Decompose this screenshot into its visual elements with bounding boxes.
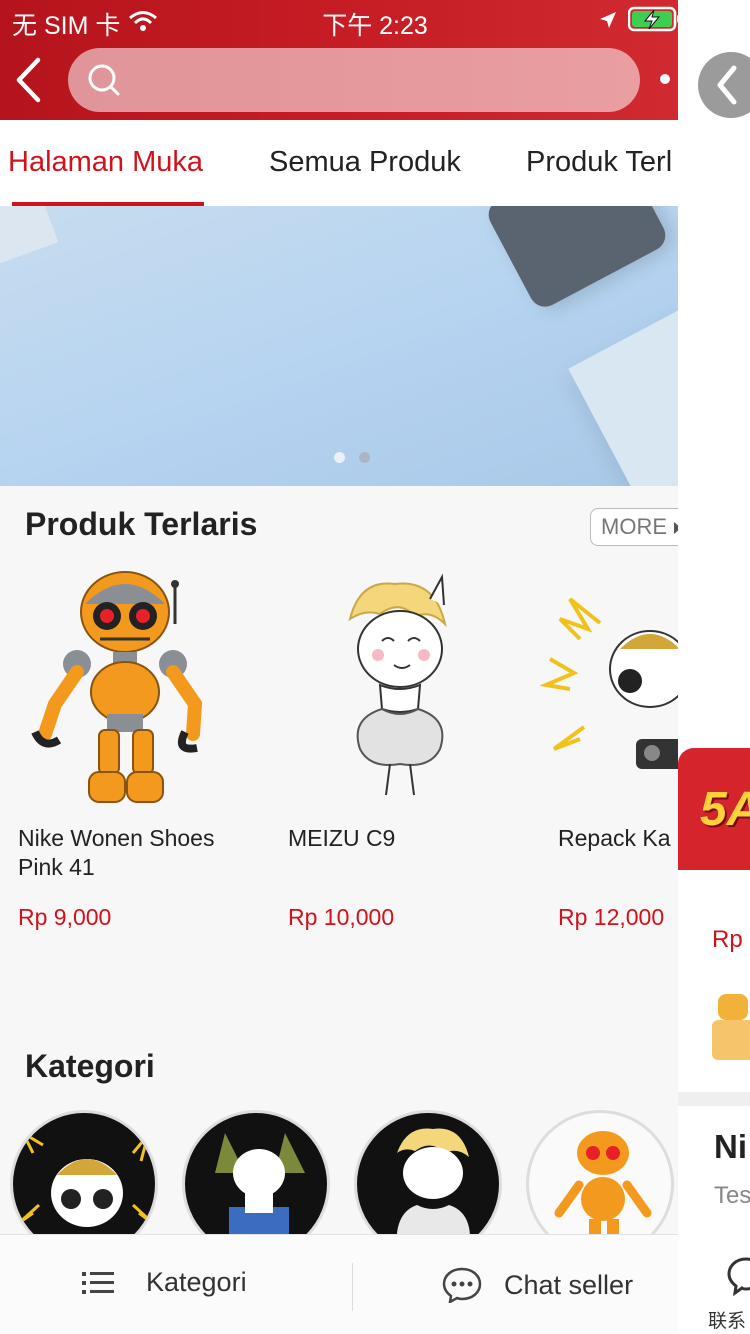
category-button-label: Kategori <box>146 1267 247 1297</box>
tab-best-sellers[interactable]: Produk Terl <box>526 146 672 179</box>
product-card[interactable]: Nike Wonen Shoes Pink 41 Rp 9,000 <box>0 560 250 930</box>
promo-text: 5A <box>700 783 750 836</box>
status-bar: 无 SIM 卡 下午 2:23 <box>0 0 678 42</box>
banner-pagination <box>334 452 370 463</box>
banner-dot-1[interactable] <box>334 452 345 463</box>
chat-seller-button[interactable]: Chat seller <box>442 1267 633 1303</box>
promo-banner[interactable] <box>0 206 678 486</box>
side-title-fragment: Ni <box>714 1128 747 1165</box>
adjacent-screen-peek: 5A Rp Ni Tes 联系 <box>678 0 750 1334</box>
product-card[interactable]: Repack Ka Rp 12,000 <box>540 560 678 930</box>
banner-card-image <box>568 303 678 486</box>
tab-bar: Halaman Muka Semua Produk Produk Terl <box>0 120 678 206</box>
side-chat-icon[interactable] <box>726 1256 750 1301</box>
chevron-left-icon <box>16 57 41 103</box>
category-button[interactable]: Kategori <box>82 1267 247 1298</box>
side-back-button[interactable] <box>698 52 750 118</box>
header-bar: 无 SIM 卡 下午 2:23 <box>0 0 678 120</box>
promo-card[interactable]: 5A <box>678 748 750 870</box>
product-price: Rp 10,000 <box>288 904 395 930</box>
product-name: MEIZU C9 <box>288 825 396 851</box>
category-carousel <box>0 1110 678 1258</box>
tab-home[interactable]: Halaman Muka <box>8 146 203 179</box>
bottom-action-bar: Kategori Chat seller <box>0 1234 678 1334</box>
product-price: Rp 9,000 <box>18 904 112 930</box>
chevron-left-icon <box>717 65 737 105</box>
search-input[interactable] <box>68 48 640 112</box>
location-arrow-icon <box>598 8 618 37</box>
list-icon <box>82 1271 114 1294</box>
product-name: Repack Ka <box>558 825 671 851</box>
side-divider <box>678 1092 750 1106</box>
product-name: Nike Wonen Shoes Pink 41 <box>18 825 215 880</box>
battery-charging-icon <box>627 6 678 39</box>
status-time: 下午 2:23 <box>322 12 428 40</box>
search-icon <box>86 62 122 103</box>
more-button[interactable]: MORE <box>590 508 678 546</box>
product-card[interactable]: MEIZU C9 Rp 10,000 <box>270 560 520 930</box>
bottom-bar-divider <box>352 1263 353 1311</box>
main-screen: 无 SIM 卡 下午 2:23 Halaman Muka Semua Produ… <box>0 0 678 1334</box>
unicorn-marilyn-image <box>270 560 520 818</box>
banner-phone-image <box>483 206 671 313</box>
status-right <box>598 6 678 39</box>
robot-toy-image <box>0 560 250 818</box>
banner-dot-2[interactable] <box>359 452 370 463</box>
tab-all-products[interactable]: Semua Produk <box>269 146 461 179</box>
best-sellers-title: Produk Terlaris <box>25 506 258 542</box>
banner-decoration <box>0 206 59 267</box>
more-menu-icon[interactable] <box>660 74 670 84</box>
categories-title: Kategori <box>25 1048 155 1084</box>
side-subtitle-fragment: Tes <box>714 1182 750 1209</box>
back-button[interactable] <box>8 54 48 106</box>
chat-seller-label: Chat seller <box>504 1269 634 1300</box>
unicorn-dj-image <box>540 560 678 818</box>
product-price: Rp 12,000 <box>558 904 665 930</box>
gift-box-image <box>708 990 750 1070</box>
more-label: MORE <box>601 514 667 539</box>
side-price-prefix: Rp <box>712 926 743 953</box>
side-contact-label: 联系 <box>708 1311 747 1332</box>
chat-bubble-icon <box>442 1267 482 1303</box>
